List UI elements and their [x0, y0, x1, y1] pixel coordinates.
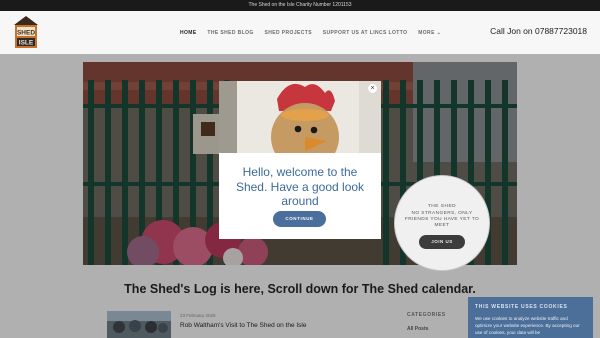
cookie-text: We use cookies to analyze website traffi… — [475, 316, 580, 335]
page: The Shed on the Isle Charity Number 1201… — [0, 0, 600, 338]
post-date: 23 February 2025 — [180, 313, 216, 318]
site-logo[interactable]: SHED ISLE — [12, 15, 40, 49]
continue-button[interactable]: CONTINUE — [273, 211, 326, 227]
post-title[interactable]: Rob Waltham's Visit to The Shed on the I… — [180, 322, 307, 329]
call-phone-text[interactable]: Call Jon on 07887723018 — [490, 26, 587, 36]
nav-shed-blog[interactable]: THE SHED BLOG — [207, 30, 253, 36]
announcement-bar: The Shed on the Isle Charity Number 1201… — [0, 0, 600, 11]
logo-line2: ISLE — [19, 40, 34, 47]
blog-heading: The Shed's Log is here, Scroll down for … — [124, 282, 476, 296]
category-all-posts[interactable]: All Posts — [407, 326, 428, 332]
nav-support-lincs-lotto[interactable]: SUPPORT US AT LINCS LOTTO — [323, 30, 408, 36]
cookie-banner: THIS WEBSITE USES COOKIES We use cookies… — [468, 297, 593, 338]
join-us-button[interactable]: JOIN US — [419, 235, 465, 249]
logo-line1: SHED — [17, 30, 35, 37]
main-nav: HOME THE SHED BLOG SHED PROJECTS SUPPORT… — [180, 30, 450, 36]
close-icon[interactable]: × — [368, 84, 377, 93]
badge-text: NO STRANGERS, ONLY FRIENDS YOU HAVE YET … — [404, 211, 480, 228]
cookie-title: THIS WEBSITE USES COOKIES — [475, 304, 568, 310]
modal-image — [219, 81, 381, 171]
announcement-text: The Shed on the Isle Charity Number 1201… — [248, 2, 352, 8]
nav-home[interactable]: HOME — [180, 30, 197, 36]
badge-title: THE SHED — [427, 204, 457, 209]
nav-shed-projects[interactable]: SHED PROJECTS — [265, 30, 312, 36]
join-us-badge: THE SHED NO STRANGERS, ONLY FRIENDS YOU … — [394, 175, 490, 271]
site-header: SHED ISLE HOME THE SHED BLOG SHED PROJEC… — [0, 11, 600, 54]
categories-title: CATEGORIES — [407, 312, 446, 318]
nav-more[interactable]: MORE ⌄ — [418, 30, 441, 36]
chevron-down-icon: ⌄ — [436, 30, 442, 36]
post-thumbnail[interactable] — [107, 311, 171, 338]
nav-more-label: MORE — [418, 30, 435, 36]
modal-title: Hello, welcome to the Shed. Have a good … — [235, 165, 365, 208]
